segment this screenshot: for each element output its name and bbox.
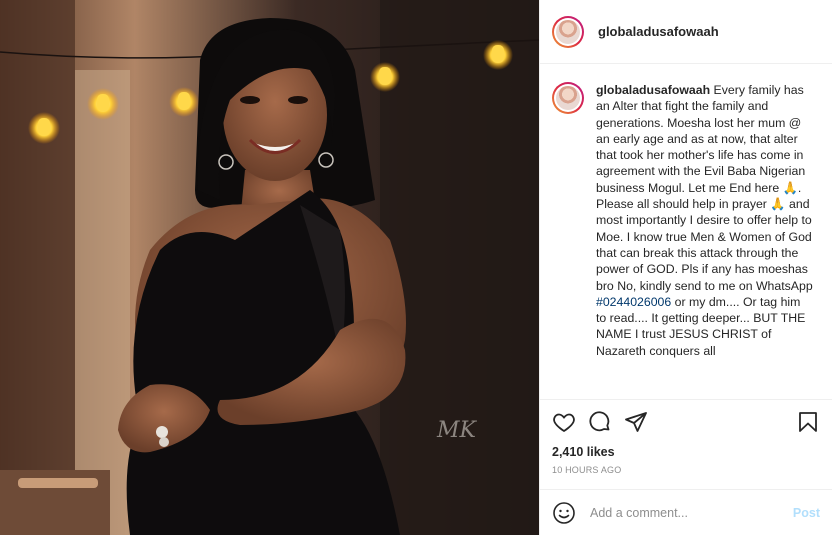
post-photo[interactable]: MK bbox=[0, 0, 539, 535]
post-side-panel: globaladusafowaah globaladusafowaah Ever… bbox=[539, 0, 832, 535]
caption-avatar[interactable] bbox=[552, 82, 584, 114]
bookmark-icon[interactable] bbox=[796, 410, 820, 434]
avatar[interactable] bbox=[552, 15, 584, 48]
post-caption: globaladusafowaah Every family has an Al… bbox=[596, 82, 814, 399]
heart-icon[interactable] bbox=[552, 410, 576, 434]
share-icon[interactable] bbox=[624, 410, 648, 434]
post-timestamp[interactable]: 10 HOURS AGO bbox=[540, 461, 832, 483]
comment-icon[interactable] bbox=[588, 410, 612, 434]
action-bar bbox=[540, 399, 832, 443]
emoji-icon[interactable] bbox=[552, 501, 576, 525]
post-image: MK bbox=[0, 0, 539, 535]
caption-hashtag[interactable]: #0244026006 bbox=[596, 295, 671, 309]
photo-watermark: MK bbox=[436, 418, 478, 443]
header-username[interactable]: globaladusafowaah bbox=[598, 24, 719, 39]
caption-text: Every family has an Alter that fight the… bbox=[596, 83, 813, 293]
add-comment-bar: Post bbox=[540, 489, 832, 535]
post-header: globaladusafowaah bbox=[540, 0, 832, 64]
instagram-post-view: MK globaladusafowaah globaladusafowaah E… bbox=[0, 0, 832, 535]
comment-input[interactable] bbox=[588, 504, 793, 521]
comments-section: globaladusafowaah Every family has an Al… bbox=[540, 64, 832, 399]
likes-count[interactable]: 2,410 likes bbox=[540, 443, 832, 461]
caption-username[interactable]: globaladusafowaah bbox=[596, 83, 710, 97]
post-comment-button[interactable]: Post bbox=[793, 506, 820, 520]
